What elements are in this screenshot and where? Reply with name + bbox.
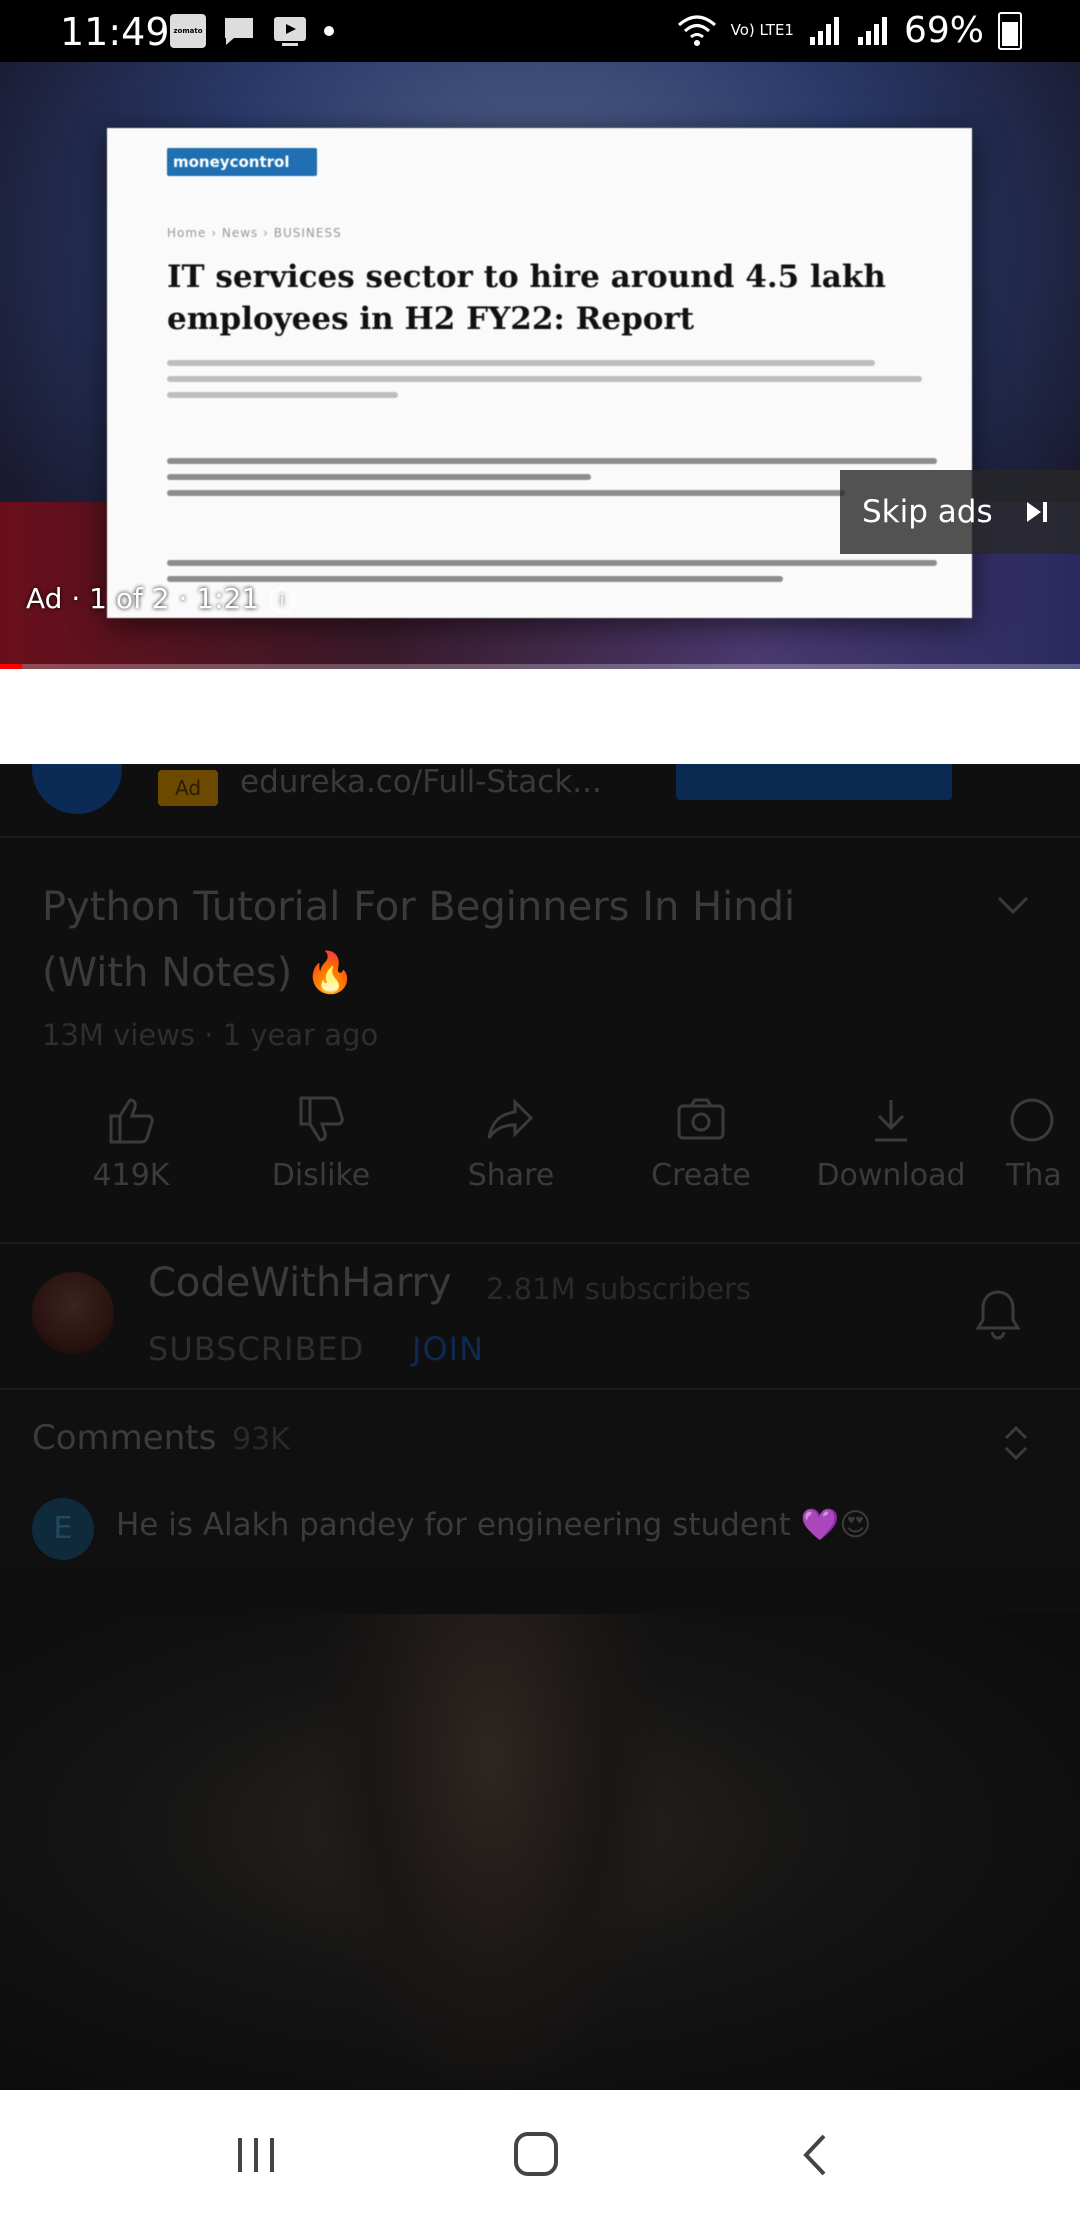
skip-ads-label: Skip ads <box>862 494 993 530</box>
ad-cta-button[interactable] <box>676 764 952 800</box>
download-icon <box>875 1100 907 1142</box>
chevron-down-icon[interactable] <box>996 894 1030 918</box>
ad-badge: Ad <box>158 770 218 806</box>
article-body-lines <box>167 360 937 408</box>
action-bar: 419K Dislike Share Create Download Tha <box>0 1094 1080 1204</box>
back-icon[interactable] <box>786 2130 846 2180</box>
navigation-bar <box>0 2090 1080 2220</box>
battery-icon <box>998 11 1022 50</box>
ad-url[interactable]: edureka.co/Full-Stack... <box>240 764 602 800</box>
thanks-label: Tha <box>1006 1158 1062 1193</box>
thumbs-down-icon <box>299 1096 344 1142</box>
wifi-icon <box>677 15 716 46</box>
comments-title: Comments <box>32 1418 217 1458</box>
dislike-button[interactable]: Dislike <box>246 1094 396 1193</box>
info-icon[interactable]: i <box>269 587 296 613</box>
thanks-button[interactable]: Tha <box>1006 1094 1080 1193</box>
notification-icons: zomato <box>170 14 334 48</box>
commenter-avatar: E <box>32 1498 94 1560</box>
share-label: Share <box>467 1158 555 1193</box>
comments-count: 93K <box>232 1422 290 1457</box>
signal-1-icon <box>809 16 839 45</box>
create-button[interactable]: Create <box>626 1094 776 1193</box>
advertiser-avatar <box>32 764 122 814</box>
dislike-label: Dislike <box>271 1158 371 1193</box>
channel-avatar[interactable] <box>32 1272 114 1354</box>
thumbnail-figure <box>320 1614 660 2090</box>
ad-companion-row[interactable]: Ad edureka.co/Full-Stack... <box>0 764 1080 838</box>
thumbs-up-icon <box>109 1098 154 1144</box>
watch-page-content: Ad edureka.co/Full-Stack... Python Tutor… <box>0 764 1080 2090</box>
status-time: 11:49 <box>60 10 170 54</box>
recent-apps-icon[interactable] <box>226 2130 286 2180</box>
divider <box>0 1388 1080 1390</box>
divider <box>0 1242 1080 1244</box>
comments-section[interactable]: Comments 93K E He is Alakh pandey for en… <box>0 1392 1080 1568</box>
channel-name[interactable]: CodeWithHarry <box>148 1260 452 1306</box>
like-count: 419K <box>92 1158 170 1193</box>
download-label: Download <box>816 1158 966 1193</box>
comment-emoji: 💜😍 <box>800 1507 872 1543</box>
video-title[interactable]: Python Tutorial For Beginners In Hindi (… <box>42 874 902 1006</box>
article-quote-lines <box>167 458 937 506</box>
video-player[interactable]: moneycontrol Home › News › BUSINESS IT s… <box>0 62 1080 669</box>
expand-icon[interactable] <box>1000 1422 1032 1464</box>
home-icon[interactable] <box>506 2130 566 2180</box>
zomato-notification-icon: zomato <box>170 14 206 48</box>
article-headline: IT services sector to hire around 4.5 la… <box>167 259 886 337</box>
thanks-icon <box>1010 1098 1054 1142</box>
tv-icon <box>274 17 306 46</box>
article-breadcrumb: Home › News › BUSINESS <box>167 226 342 240</box>
bell-icon[interactable] <box>972 1286 1024 1342</box>
like-button[interactable]: 419K <box>56 1094 206 1193</box>
create-icon <box>677 1098 725 1140</box>
lte-indicator: Vo) LTE1 <box>730 21 794 39</box>
comment-text: He is Alakh pandey for engineering stude… <box>116 1507 872 1543</box>
skip-ads-button[interactable]: Skip ads <box>840 470 1080 554</box>
next-video-thumbnail[interactable] <box>0 1614 1080 2090</box>
video-meta: 13M views · 1 year ago <box>42 1018 379 1052</box>
share-button[interactable]: Share <box>436 1094 586 1193</box>
signal-2-icon <box>857 16 887 45</box>
more-notifications-dot <box>324 26 334 36</box>
skip-next-icon <box>1027 502 1047 522</box>
message-icon <box>225 18 253 45</box>
status-bar: 11:49 zomato Vo) LTE1 69% <box>0 0 1080 62</box>
subscriber-count: 2.81M subscribers <box>486 1272 752 1306</box>
download-button[interactable]: Download <box>816 1094 966 1193</box>
create-label: Create <box>651 1158 751 1193</box>
status-right: Vo) LTE1 69% <box>677 10 1022 51</box>
moneycontrol-logo: moneycontrol <box>167 148 317 176</box>
subscribed-button[interactable]: SUBSCRIBED <box>148 1330 364 1368</box>
join-button[interactable]: JOIN <box>412 1330 484 1368</box>
share-icon <box>487 1098 534 1139</box>
battery-percent: 69% <box>903 10 984 51</box>
player-gap <box>0 669 1080 764</box>
ad-counter-label: Ad · 1 of 2 · 1:21 i <box>26 582 296 615</box>
